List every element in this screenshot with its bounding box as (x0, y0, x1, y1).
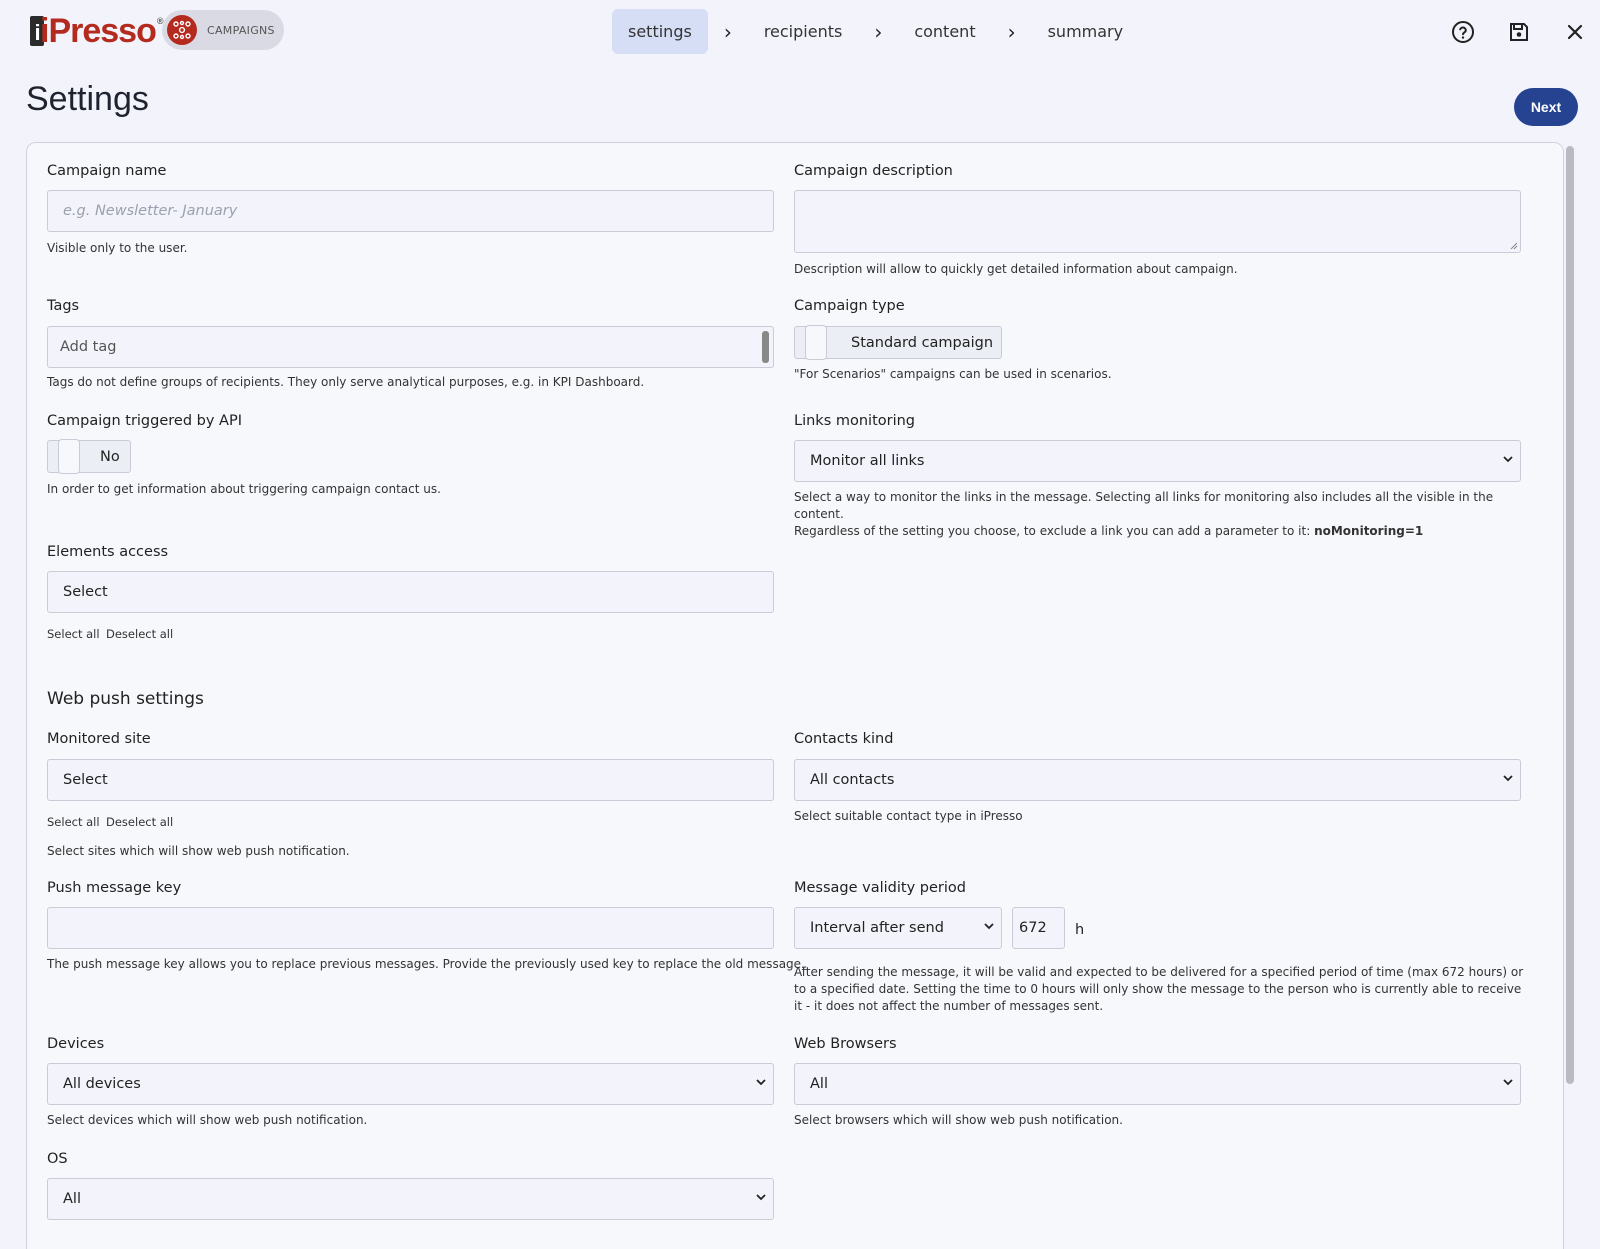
links-monitoring-param: noMonitoring=1 (1314, 524, 1424, 538)
os-select[interactable]: All (47, 1178, 774, 1220)
contacts-kind-select[interactable]: All contacts (794, 759, 1521, 801)
campaign-name-input[interactable]: e.g. Newsletter- January (47, 190, 774, 232)
campaigns-icon (167, 15, 197, 45)
close-icon[interactable] (1561, 18, 1589, 46)
tags-placeholder: Add tag (60, 339, 117, 355)
web-browsers-select[interactable]: All (794, 1063, 1521, 1105)
campaign-description-label: Campaign description (794, 163, 953, 179)
web-browsers-label: Web Browsers (794, 1036, 897, 1052)
links-monitoring-help-line1: Select a way to monitor the links in the… (794, 490, 1494, 521)
module-badge[interactable]: CAMPAIGNS (162, 10, 284, 50)
campaign-type-value: Standard campaign (851, 334, 994, 351)
page-title: Settings (26, 80, 149, 118)
tags-label: Tags (47, 298, 80, 314)
os-label: OS (47, 1151, 68, 1167)
chevron-right-icon: › (1007, 19, 1016, 44)
tags-help: Tags do not define groups of recipients.… (47, 375, 645, 389)
campaign-name-label: Campaign name (47, 163, 167, 179)
step-recipients[interactable]: recipients (748, 9, 859, 54)
os-value: All (63, 1191, 81, 1207)
chevron-down-icon (1503, 456, 1513, 463)
campaign-name-help: Visible only to the user. (47, 241, 188, 255)
triggered-by-api-value: No (100, 448, 120, 465)
links-monitoring-help: Select a way to monitor the links in the… (794, 489, 1524, 540)
campaign-type-label: Campaign type (794, 298, 905, 314)
chevron-down-icon (1503, 775, 1513, 782)
links-monitoring-label: Links monitoring (794, 413, 916, 429)
message-validity-mode-value: Interval after send (810, 920, 944, 936)
tags-scrollbar[interactable] (762, 331, 769, 363)
message-validity-label: Message validity period (794, 880, 966, 896)
monitored-site-label: Monitored site (47, 731, 151, 747)
push-message-key-help: The push message key allows you to repla… (47, 957, 805, 971)
next-button[interactable]: Next (1514, 88, 1578, 126)
links-monitoring-select[interactable]: Monitor all links (794, 440, 1521, 482)
chevron-down-icon (756, 1194, 766, 1201)
message-validity-hours-input[interactable]: 672 (1012, 907, 1065, 949)
web-browsers-help: Select browsers which will show web push… (794, 1113, 1123, 1127)
chevron-right-icon: › (874, 19, 883, 44)
module-label: CAMPAIGNS (207, 23, 275, 37)
push-message-key-input[interactable] (47, 907, 774, 949)
monitored-site-select[interactable]: Select (47, 759, 774, 801)
message-validity-hours-value: 672 (1019, 920, 1047, 936)
contacts-kind-label: Contacts kind (794, 731, 894, 747)
scrollbar[interactable] (1566, 146, 1574, 1084)
message-validity-help: After sending the message, it will be va… (794, 965, 1524, 1013)
elements-access-select-all[interactable]: Select all (47, 627, 100, 641)
elements-access-label: Elements access (47, 544, 169, 560)
step-summary[interactable]: summary (1032, 9, 1140, 54)
elements-access-deselect-all[interactable]: Deselect all (106, 627, 173, 641)
monitored-site-value: Select (63, 772, 108, 788)
wizard-steps: settings › recipients › content › summar… (612, 9, 1139, 54)
chevron-right-icon: › (723, 19, 732, 44)
triggered-by-api-label: Campaign triggered by API (47, 413, 242, 429)
web-browsers-value: All (810, 1076, 828, 1092)
save-icon[interactable] (1505, 18, 1533, 46)
devices-label: Devices (47, 1036, 105, 1052)
links-monitoring-help-line2: Regardless of the setting you choose, to… (794, 524, 1315, 538)
campaign-type-toggle[interactable]: Standard campaign (794, 325, 1002, 360)
ipresso-logo: i iPresso ® (30, 12, 163, 51)
chevron-down-icon (984, 923, 994, 930)
campaign-description-help: Description will allow to quickly get de… (794, 262, 1238, 276)
web-push-section-title: Web push settings (47, 689, 204, 709)
contacts-kind-help: Select suitable contact type in iPresso (794, 809, 1023, 823)
campaign-name-placeholder: e.g. Newsletter- January (63, 203, 238, 219)
toggle-knob (58, 439, 80, 474)
push-message-key-label: Push message key (47, 880, 182, 896)
links-monitoring-value: Monitor all links (810, 453, 925, 469)
triggered-by-api-toggle[interactable]: No (47, 439, 131, 474)
devices-value: All devices (63, 1076, 141, 1092)
tags-input[interactable]: Add tag (47, 326, 774, 368)
campaign-description-textarea[interactable] (794, 190, 1521, 253)
monitored-site-select-all[interactable]: Select all (47, 815, 100, 829)
step-content[interactable]: content (898, 9, 991, 54)
step-settings[interactable]: settings (612, 9, 708, 54)
help-icon[interactable] (1449, 18, 1477, 46)
chevron-down-icon (756, 1079, 766, 1086)
chevron-down-icon (1503, 1079, 1513, 1086)
monitored-site-help: Select sites which will show web push no… (47, 844, 350, 858)
monitored-site-deselect-all[interactable]: Deselect all (106, 815, 173, 829)
devices-help: Select devices which will show web push … (47, 1113, 368, 1127)
campaign-type-help: "For Scenarios" campaigns can be used in… (794, 367, 1112, 381)
message-validity-unit: h (1075, 922, 1085, 938)
toggle-knob (805, 325, 827, 360)
logo-text: iPresso (40, 12, 157, 50)
elements-access-select[interactable]: Select (47, 571, 774, 613)
elements-access-value: Select (63, 584, 108, 600)
triggered-by-api-help: In order to get information about trigge… (47, 482, 441, 496)
contacts-kind-value: All contacts (810, 772, 895, 788)
devices-select[interactable]: All devices (47, 1063, 774, 1105)
resize-handle-icon[interactable] (1509, 241, 1518, 250)
message-validity-mode-select[interactable]: Interval after send (794, 907, 1002, 949)
